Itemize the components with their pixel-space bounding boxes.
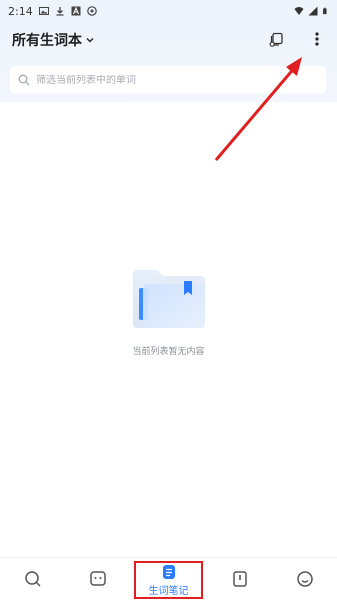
chat-bubble-icon	[89, 571, 106, 586]
tab-chat[interactable]	[65, 558, 130, 600]
review-button[interactable]	[266, 28, 288, 50]
battery-icon	[323, 7, 327, 15]
smiley-face-icon	[296, 571, 313, 587]
status-time: 2:14	[8, 4, 33, 18]
notebook-selector[interactable]: 所有生词本	[12, 30, 95, 50]
search-icon	[18, 74, 30, 86]
notebook-tab-icon	[162, 564, 175, 579]
image-notification-icon	[38, 7, 49, 15]
tab-search[interactable]	[0, 558, 65, 600]
tab-book[interactable]	[207, 558, 272, 600]
bottom-tab-bar: 生词笔记	[0, 557, 337, 600]
status-right	[294, 6, 329, 16]
empty-state-text: 当前列表暂无内容	[132, 347, 205, 357]
tab-notebook-label: 生词笔记	[148, 585, 189, 597]
status-bar: 2:14	[0, 0, 337, 22]
tab-notebook[interactable]: 生词笔记	[134, 561, 203, 599]
signal-icon	[308, 6, 318, 16]
book-icon	[232, 571, 247, 587]
chevron-down-icon	[86, 38, 94, 43]
empty-folder-icon	[132, 270, 205, 328]
empty-state: 当前列表暂无内容	[0, 268, 337, 357]
download-notification-icon	[56, 7, 64, 16]
search-tab-icon	[24, 571, 41, 587]
more-vertical-icon	[315, 32, 319, 46]
chat-notification-icon	[86, 6, 97, 16]
more-options-button[interactable]	[306, 28, 328, 50]
search-bar[interactable]	[10, 66, 326, 94]
app-notification-icon	[71, 6, 81, 16]
header: 所有生词本	[0, 22, 337, 102]
status-left: 2:14	[8, 5, 97, 18]
wifi-icon	[294, 7, 304, 15]
tab-profile[interactable]	[272, 558, 337, 600]
search-input[interactable]	[36, 74, 306, 86]
page-title: 所有生词本	[12, 33, 82, 49]
review-cards-icon	[269, 32, 283, 47]
